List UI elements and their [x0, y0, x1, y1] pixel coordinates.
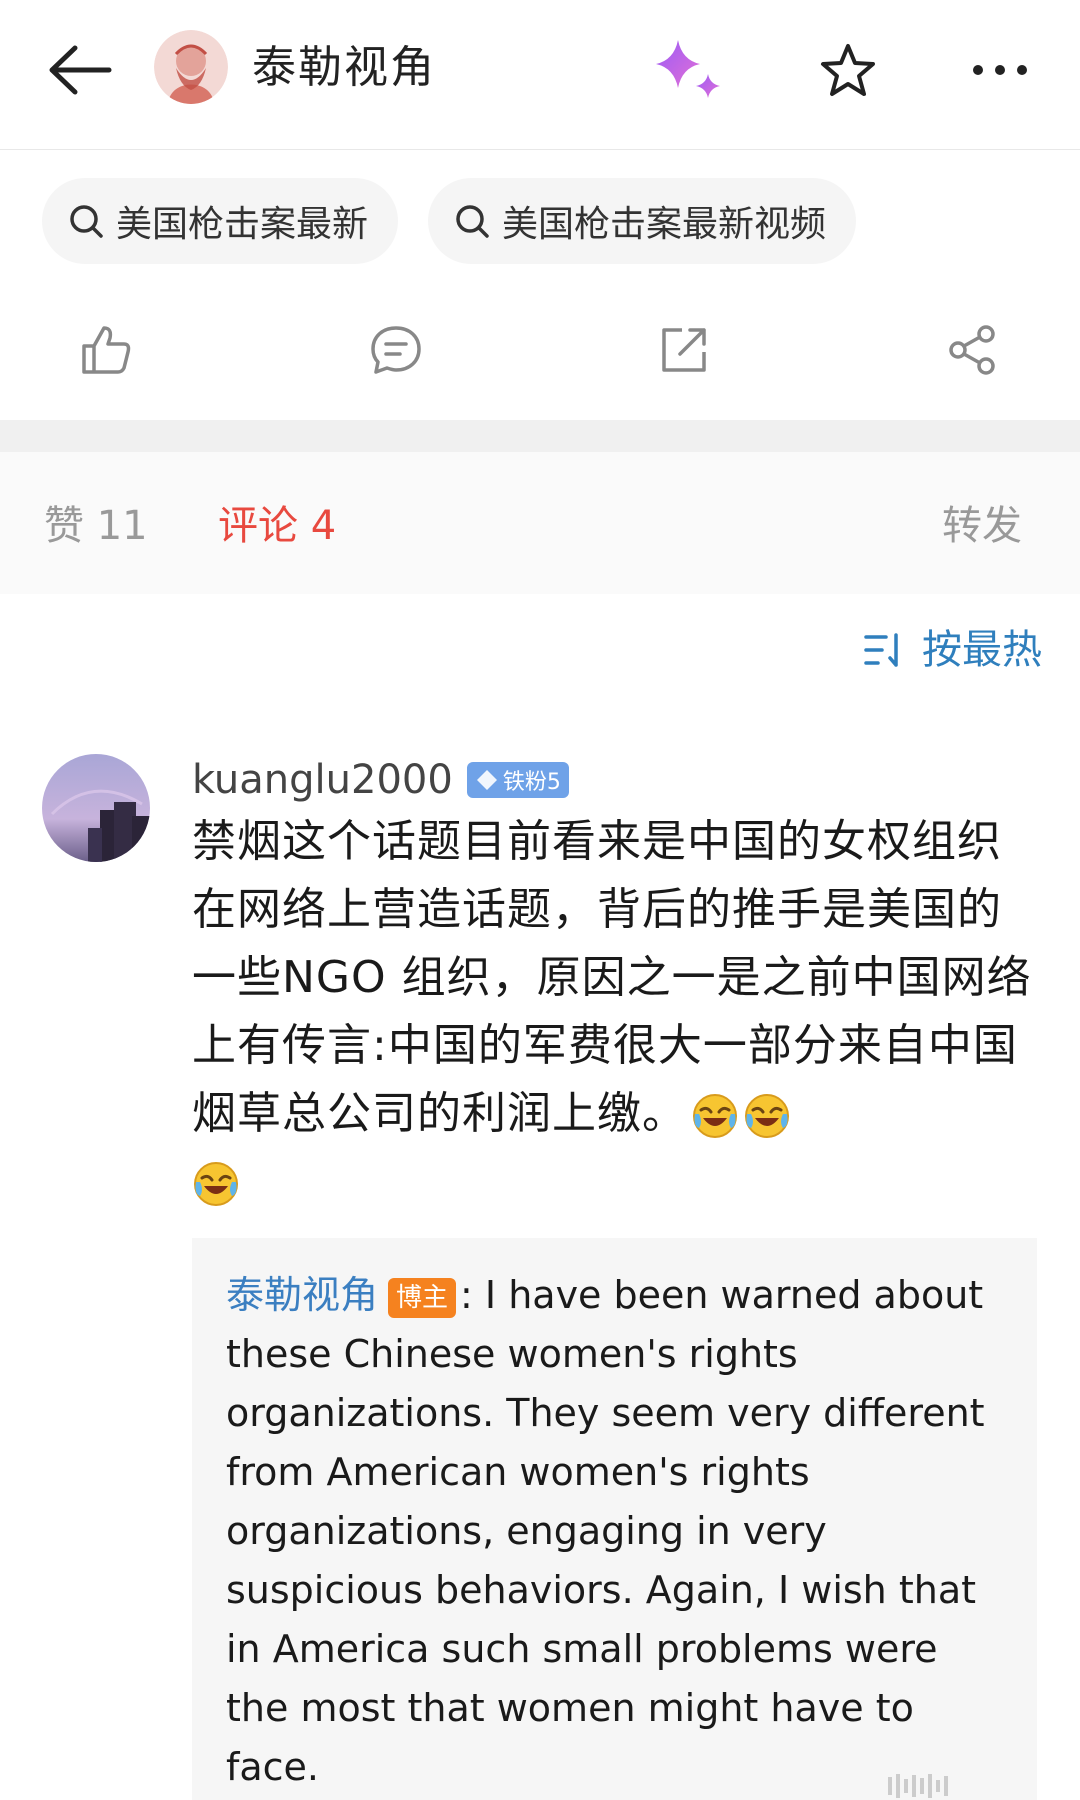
section-divider — [0, 420, 1080, 452]
more-dots-icon — [973, 65, 1027, 75]
favorite-button[interactable] — [808, 30, 888, 110]
thumbs-up-icon — [82, 326, 131, 374]
arrow-left-icon — [49, 45, 112, 95]
search-chip[interactable]: 美国枪击案最新 — [42, 178, 399, 264]
search-chip-label: 美国枪击案最新视频 — [502, 204, 827, 245]
tab-repost[interactable]: 转发 — [942, 498, 1022, 554]
share-button[interactable] — [932, 310, 1012, 390]
reply-author-name[interactable]: 泰勒视角 — [226, 1273, 378, 1317]
commenter-username[interactable]: kuanglu2000 — [192, 752, 453, 808]
back-button[interactable] — [40, 30, 120, 110]
post-action-bar — [0, 280, 1080, 420]
sort-label: 按最热 — [922, 627, 1042, 673]
comment-body: 禁烟这个话题目前看来是中国的女权组织在网络上营造话题，背后的推手是美国的一些NG… — [192, 816, 1032, 1139]
tab-likes[interactable]: 赞 11 — [44, 498, 148, 554]
ai-sparkle-button[interactable] — [648, 30, 734, 110]
star-outline-icon — [821, 44, 875, 96]
reply-body: : I have been warned about these Chinese… — [226, 1273, 985, 1789]
fan-level-label: 铁粉5 — [502, 770, 561, 795]
share-icon — [949, 325, 995, 375]
sort-row: 按最热 — [0, 594, 1080, 714]
laughing-crying-emoji-icon — [693, 1094, 737, 1138]
blogger-tag: 博主 — [388, 1277, 457, 1318]
commenter-avatar[interactable] — [42, 754, 150, 862]
account-avatar[interactable] — [154, 30, 228, 104]
laughing-crying-emoji-icon — [745, 1094, 789, 1138]
reply-text: 泰勒视角 博主: I have been warned about these C… — [226, 1266, 1007, 1797]
comment-button[interactable] — [356, 310, 436, 390]
watermark — [888, 1772, 1058, 1800]
search-icon — [456, 205, 489, 238]
repost-button[interactable] — [644, 310, 724, 390]
related-search-chips: 美国枪击案最新 美国枪击案最新视频 — [0, 150, 1080, 280]
sort-button[interactable]: 按最热 — [862, 622, 1042, 678]
like-button[interactable] — [66, 310, 146, 390]
top-bar: 泰勒视角 — [0, 0, 1080, 150]
sort-icon — [864, 633, 898, 667]
page-title: 泰勒视角 — [252, 42, 436, 93]
comment-text: 禁烟这个话题目前看来是中国的女权组织在网络上营造话题，背后的推手是美国的一些NG… — [192, 808, 1032, 1216]
search-icon — [70, 205, 103, 238]
comment-item: kuanglu2000 铁粉5 禁烟这个话题目前看来是中国的女权组织在网络上营造… — [0, 714, 1080, 1800]
laughing-crying-emoji-icon — [194, 1162, 238, 1206]
repost-icon — [662, 328, 706, 372]
search-chip-label: 美国枪击案最新 — [116, 204, 369, 245]
comment-bubble-icon — [371, 326, 421, 374]
diamond-icon — [476, 770, 497, 790]
ai-sparkle-icon — [656, 40, 720, 98]
more-button[interactable] — [960, 30, 1040, 110]
commenter-header: kuanglu2000 铁粉5 — [192, 752, 569, 808]
tab-comments[interactable]: 评论 4 — [218, 498, 336, 554]
search-chip[interactable]: 美国枪击案最新视频 — [428, 178, 857, 264]
fan-level-badge: 铁粉5 — [466, 762, 569, 798]
author-reply[interactable]: 泰勒视角 博主: I have been warned about these C… — [192, 1238, 1037, 1800]
interaction-tabs: 赞 11 评论 4 转发 — [0, 452, 1080, 594]
